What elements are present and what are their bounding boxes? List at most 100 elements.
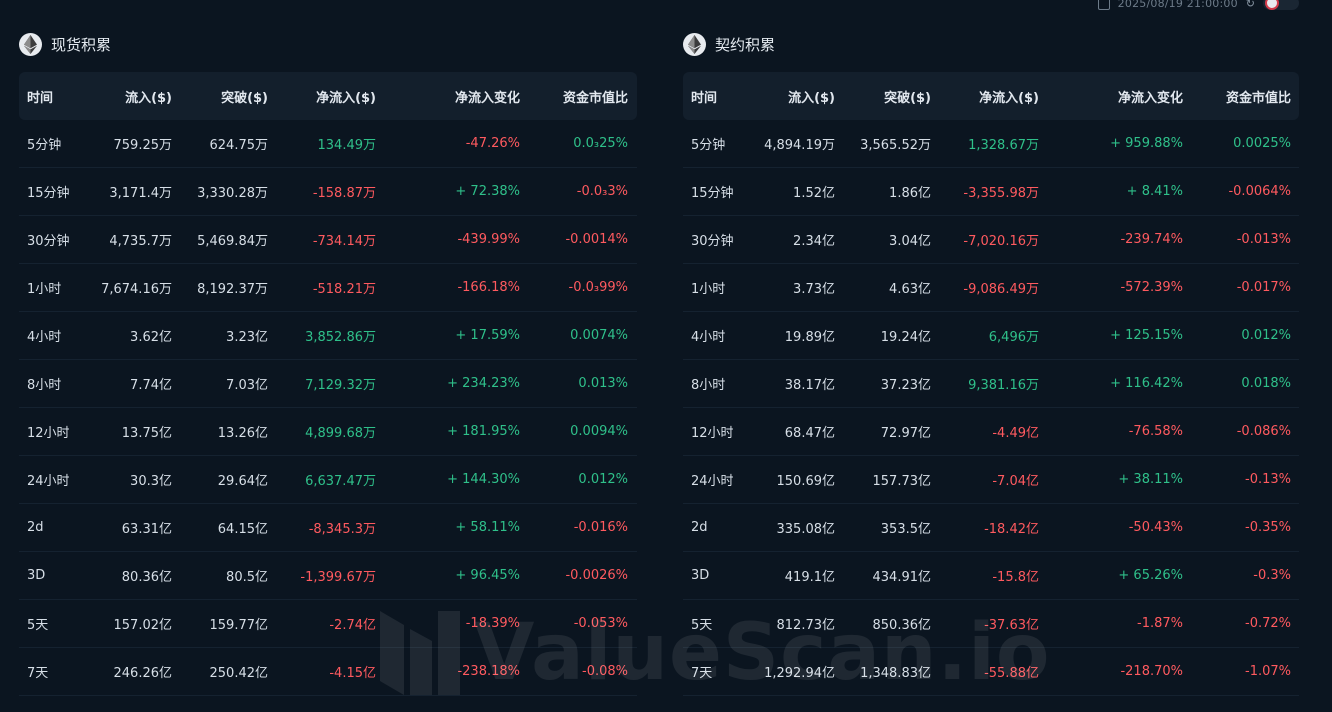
table-cell: 30分钟 <box>27 234 70 249</box>
table-row: 4小时 3.62亿 3.23亿 3,852.86万 + 17.59% 0.0074% <box>19 312 637 360</box>
table-cell: -0.0026% <box>565 568 628 583</box>
table-cell: -0.086% <box>1236 424 1291 439</box>
table-cell: 63.31亿 <box>121 522 172 537</box>
table-cell: 5天 <box>691 618 713 633</box>
table-cell: 38.17亿 <box>784 378 835 393</box>
table-cell: 3,852.86万 <box>305 330 376 345</box>
toggle-knob <box>1265 0 1279 10</box>
column-header[interactable]: 净流入变化 <box>1039 87 1183 106</box>
table-row: 7天 1,292.94亿 1,348.83亿 -55.88亿 -218.70% -1.07… <box>683 648 1299 696</box>
table-cell: + 72.38% <box>455 184 520 199</box>
table-cell: -76.58% <box>1128 424 1183 439</box>
table-cell: -2.74亿 <box>329 618 376 633</box>
table-cell: 3,171.4万 <box>109 186 172 201</box>
table-cell: 7,129.32万 <box>305 378 376 393</box>
column-header[interactable]: 净流入变化 <box>376 87 520 106</box>
table-cell: 1,348.83亿 <box>860 666 931 681</box>
table-cell: 7.03亿 <box>226 378 268 393</box>
table-cell: -1.87% <box>1137 616 1183 631</box>
table-cell: 5分钟 <box>27 138 62 153</box>
table-cell: 2.34亿 <box>793 234 835 249</box>
table-cell: 8,192.37万 <box>197 282 268 297</box>
table-cell: 13.75亿 <box>121 426 172 441</box>
column-header[interactable]: 净流入($) <box>268 87 376 106</box>
table-cell: + 959.88% <box>1110 136 1183 151</box>
table-cell: -0.08% <box>582 664 628 679</box>
table-cell: 7天 <box>691 666 713 681</box>
table-cell: 9,381.16万 <box>968 378 1039 393</box>
table-cell: 12小时 <box>27 426 70 441</box>
table-row: 12小时 13.75亿 13.26亿 4,899.68万 + 181.95% 0.0094… <box>19 408 637 456</box>
table-cell: 0.012% <box>1241 328 1291 343</box>
table-cell: -734.14万 <box>312 234 376 249</box>
table-cell: 7.74亿 <box>130 378 172 393</box>
table-cell: 1,328.67万 <box>968 138 1039 153</box>
table-row: 30分钟 2.34亿 3.04亿 -7,020.16万 -239.74% -0.013% <box>683 216 1299 264</box>
table-cell: + 65.26% <box>1118 568 1183 583</box>
table-cell: -1.07% <box>1245 664 1291 679</box>
table-cell: -0.0₃99% <box>568 280 628 295</box>
table-cell: 37.23亿 <box>880 378 931 393</box>
table-row: 2d 335.08亿 353.5亿 -18.42亿 -50.43% -0.35% <box>683 504 1299 552</box>
table-cell: -572.39% <box>1120 280 1183 295</box>
table-cell: -18.39% <box>465 616 520 631</box>
table-cell: 4,894.19万 <box>764 138 835 153</box>
table-cell: -0.0₃3% <box>576 184 628 199</box>
table-cell: 157.02亿 <box>113 618 173 633</box>
table-cell: -0.013% <box>1236 232 1291 247</box>
table-cell: 80.5亿 <box>226 570 268 585</box>
table-row: 3D 419.1亿 434.91亿 -15.8亿 + 65.26% -0.3% <box>683 552 1299 600</box>
column-header[interactable]: 净流入($) <box>931 87 1039 106</box>
table-cell: 759.25万 <box>113 138 173 153</box>
table-row: 8小时 38.17亿 37.23亿 9,381.16万 + 116.42% 0.018% <box>683 360 1299 408</box>
table-cell: 3.23亿 <box>226 330 268 345</box>
top-toolbar: 2025/08/19 21:00:00 ↻ <box>1097 0 1299 14</box>
column-header[interactable]: 时间 <box>19 87 91 106</box>
table-cell: -0.72% <box>1245 616 1291 631</box>
table-cell: 6,637.47万 <box>305 474 376 489</box>
table-cell: 1小时 <box>27 282 62 297</box>
column-header[interactable]: 时间 <box>683 87 755 106</box>
table-cell: 419.1亿 <box>784 570 835 585</box>
toggle-switch[interactable] <box>1263 0 1299 10</box>
table-row: 8小时 7.74亿 7.03亿 7,129.32万 + 234.23% 0.013% <box>19 360 637 408</box>
column-header[interactable]: 突破($) <box>172 87 268 106</box>
table-cell: -518.21万 <box>312 282 376 297</box>
table-cell: 4,899.68万 <box>305 426 376 441</box>
table-cell: 150.69亿 <box>776 474 836 489</box>
column-header[interactable]: 突破($) <box>835 87 931 106</box>
table-cell: 15分钟 <box>27 186 70 201</box>
table-cell: -0.017% <box>1236 280 1291 295</box>
table-row: 15分钟 1.52亿 1.86亿 -3,355.98万 + 8.41% -0.0064% <box>683 168 1299 216</box>
futures-panel-title: 契约积累 <box>715 36 776 54</box>
table-cell: 3,565.52万 <box>860 138 931 153</box>
table-cell: 30.3亿 <box>130 474 172 489</box>
column-header[interactable]: 资金市值比 <box>520 87 628 106</box>
table-row: 12小时 68.47亿 72.97亿 -4.49亿 -76.58% -0.086% <box>683 408 1299 456</box>
column-header[interactable]: 流入($) <box>91 87 172 106</box>
table-row: 3D 80.36亿 80.5亿 -1,399.67万 + 96.45% -0.0026% <box>19 552 637 600</box>
table-cell: 3.73亿 <box>793 282 835 297</box>
table-cell: -218.70% <box>1120 664 1183 679</box>
table-cell: -239.74% <box>1120 232 1183 247</box>
copy-icon[interactable] <box>1097 0 1110 10</box>
table-cell: 8小时 <box>27 378 62 393</box>
table-cell: -0.016% <box>573 520 628 535</box>
table-cell: + 58.11% <box>455 520 520 535</box>
table-cell: 0.0₃25% <box>573 136 628 151</box>
column-header[interactable]: 资金市值比 <box>1183 87 1291 106</box>
table-cell: -47.26% <box>465 136 520 151</box>
table-cell: 7,674.16万 <box>101 282 172 297</box>
table-cell: 0.018% <box>1241 376 1291 391</box>
table-row: 5分钟 4,894.19万 3,565.52万 1,328.67万 + 959.88% 0… <box>683 120 1299 168</box>
table-cell: 353.5亿 <box>880 522 931 537</box>
table-cell: 246.26亿 <box>113 666 173 681</box>
table-row: 2d 63.31亿 64.15亿 -8,345.3万 + 58.11% -0.016% <box>19 504 637 552</box>
table-cell: 0.012% <box>578 472 628 487</box>
refresh-icon[interactable]: ↻ <box>1246 0 1255 10</box>
table-cell: 13.26亿 <box>217 426 268 441</box>
table-row: 5分钟 759.25万 624.75万 134.49万 -47.26% 0.0₃25% <box>19 120 637 168</box>
table-cell: 134.49万 <box>317 138 377 153</box>
column-header[interactable]: 流入($) <box>755 87 835 106</box>
table-cell: -7.04亿 <box>992 474 1039 489</box>
